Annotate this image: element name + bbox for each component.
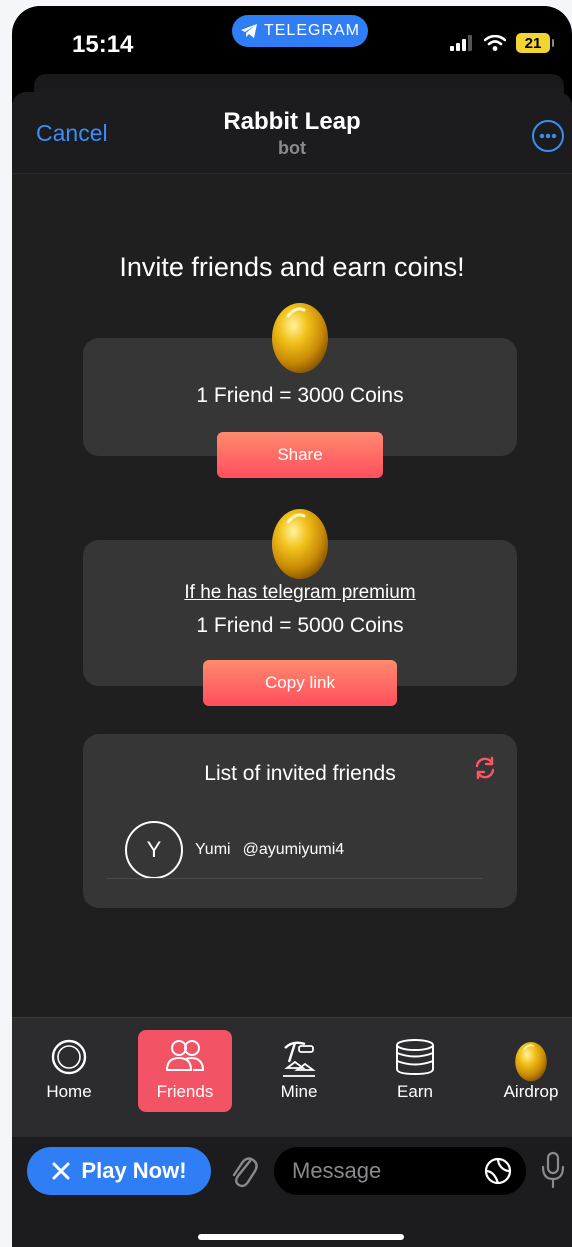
telegram-pill-label: TELEGRAM <box>263 22 360 39</box>
nav-airdrop[interactable]: Airdrop <box>486 1030 572 1112</box>
message-bar: Play Now! <box>12 1137 572 1247</box>
refresh-button[interactable] <box>473 756 497 785</box>
sheet-header: Cancel Rabbit Leap bot <box>12 92 572 174</box>
signal-icon <box>450 35 472 51</box>
refresh-icon <box>475 756 495 780</box>
close-x-icon <box>52 1162 70 1180</box>
home-indicator[interactable] <box>198 1234 404 1240</box>
play-now-label: Play Now! <box>81 1158 187 1183</box>
invited-friends-card: List of invited friends Y Yumi @ayumiyum… <box>83 734 517 908</box>
sticker-icon <box>484 1157 512 1185</box>
more-dots-icon <box>539 133 557 139</box>
copy-link-button[interactable]: Copy link <box>203 660 397 706</box>
golden-egg-icon <box>515 1041 547 1082</box>
invite-heading: Invite friends and earn coins! <box>119 252 465 282</box>
reward-text: 1 Friend = 3000 Coins <box>196 384 404 407</box>
friend-list-item[interactable]: Y Yumi @ayumiyumi4 <box>125 820 344 880</box>
home-ring-icon <box>51 1039 87 1075</box>
nav-home[interactable]: Home <box>26 1030 112 1112</box>
bot-subtitle: bot <box>278 138 306 158</box>
friends-icon <box>165 1040 205 1071</box>
nav-mine-label: Mine <box>280 1082 318 1101</box>
friends-list-title: List of invited friends <box>204 762 396 785</box>
friend-handle: @ayumiyumi4 <box>242 841 345 858</box>
sticker-button[interactable] <box>484 1157 512 1190</box>
play-now-button[interactable]: Play Now! <box>27 1147 211 1195</box>
friend-name: Yumi <box>195 841 231 858</box>
nav-friends-label: Friends <box>156 1082 214 1101</box>
reward-text: 1 Friend = 5000 Coins <box>196 614 404 637</box>
row-divider <box>107 878 483 879</box>
more-options-button[interactable] <box>532 120 564 152</box>
friend-avatar: Y <box>125 821 183 879</box>
premium-condition-link[interactable]: If he has telegram premium <box>83 582 517 604</box>
coin-stack-icon <box>396 1039 434 1076</box>
paperclip-icon <box>232 1157 258 1188</box>
wifi-icon <box>484 35 506 51</box>
nav-earn-label: Earn <box>397 1082 433 1101</box>
telegram-plane-icon <box>240 24 257 38</box>
microphone-icon <box>541 1151 565 1189</box>
nav-earn[interactable]: Earn <box>368 1030 462 1112</box>
phone-screen: 15:14 TELEGRAM 21 Cancel Rabbit Leap bot… <box>12 6 572 1247</box>
attach-button[interactable] <box>228 1151 258 1194</box>
pickaxe-gold-icon <box>283 1041 316 1077</box>
bottom-nav: Home Friends Mine Earn Airdrop <box>12 1017 572 1137</box>
battery-indicator: 21 <box>516 33 554 53</box>
bot-title: Rabbit Leap <box>223 108 361 135</box>
status-icons: 21 <box>450 33 554 53</box>
friends-page: Invite friends and earn coins! 1 Friend … <box>12 174 572 1017</box>
status-time: 15:14 <box>72 31 134 58</box>
mic-button[interactable] <box>540 1151 566 1194</box>
golden-egg-icon <box>272 509 328 579</box>
telegram-pill[interactable]: TELEGRAM <box>232 15 368 47</box>
bot-sheet: Cancel Rabbit Leap bot Invite friends an… <box>12 92 572 1247</box>
nav-airdrop-label: Airdrop <box>503 1082 559 1101</box>
nav-mine[interactable]: Mine <box>252 1030 346 1112</box>
share-button[interactable]: Share <box>217 432 383 478</box>
golden-egg-icon <box>272 303 328 373</box>
nav-home-label: Home <box>46 1082 92 1101</box>
nav-friends[interactable]: Friends <box>138 1030 232 1112</box>
